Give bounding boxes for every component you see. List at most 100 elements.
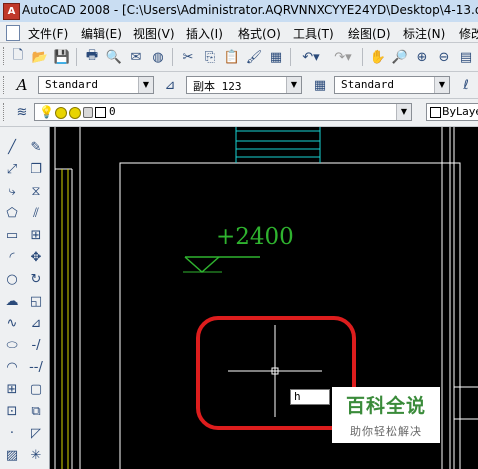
zoom-realtime-icon[interactable]: 🔎 — [390, 47, 410, 67]
toolbar-separator — [76, 48, 77, 66]
dimension-style-value: 副本 123 — [193, 80, 242, 93]
zoom-window-icon[interactable]: ⊕ — [412, 47, 432, 67]
standard-toolbar: 🗋 📂 💾 🖶 🔍 ✉ ◍ ✂ ⎘ 📋 🖌 ▦ ↶▾ ↷▾ ✋ 🔎 ⊕ ⊖ ▤ — [0, 43, 478, 72]
menu-tools[interactable]: 工具(T) — [293, 25, 334, 42]
move-icon[interactable]: ✥ — [26, 247, 46, 267]
redo-icon[interactable]: ↷▾ — [328, 47, 358, 67]
rotate-icon[interactable]: ↻ — [26, 269, 46, 289]
menu-draw[interactable]: 绘图(D) — [348, 25, 391, 42]
watermark-logo: 百科全说 助你轻松解决 — [332, 387, 440, 443]
table-style-icon[interactable]: ▦ — [310, 75, 330, 95]
chevron-down-icon[interactable]: ▼ — [138, 77, 153, 93]
dynamic-input-field[interactable]: h — [290, 389, 330, 405]
layers-toolbar: ≋ 💡 0 ▼ ByLaye — [0, 99, 478, 127]
new-file-icon[interactable]: 🗋 — [8, 47, 28, 67]
cut-icon[interactable]: ✂ — [178, 47, 198, 67]
circle-icon[interactable]: ○ — [2, 269, 22, 289]
save-icon[interactable]: 💾 — [52, 47, 72, 67]
zoom-previous-icon[interactable]: ⊖ — [434, 47, 454, 67]
chamfer-icon[interactable]: ◸ — [26, 423, 46, 443]
break-icon[interactable]: ▢ — [26, 379, 46, 399]
document-icon[interactable] — [6, 25, 20, 41]
paste-icon[interactable]: 📋 — [222, 47, 242, 67]
menu-modify[interactable]: 修改 — [459, 25, 478, 42]
modify-toolbar: ✎ ❐ ⧖ ⫽ ⊞ ✥ ↻ ◱ ⊿ -/ --/ ▢ ⧉ ◸ ✳ — [24, 127, 50, 469]
pan-icon[interactable]: ✋ — [368, 47, 388, 67]
copy-object-icon[interactable]: ❐ — [26, 159, 46, 179]
scale-icon[interactable]: ◱ — [26, 291, 46, 311]
copy-icon[interactable]: ⎘ — [200, 47, 220, 67]
linetype-value: ByLaye — [442, 105, 478, 118]
elevation-label: +2400 — [216, 224, 294, 250]
mirror-icon[interactable]: ⧖ — [26, 181, 46, 201]
join-icon[interactable]: ⧉ — [26, 401, 46, 421]
table-style-dropdown[interactable]: Standard ▼ — [334, 76, 450, 94]
toolbar-grip[interactable] — [3, 103, 7, 121]
chevron-down-icon[interactable]: ▼ — [286, 77, 301, 93]
draw-toolbar: ╱ ⤢ ⤷ ⬠ ▭ ◜ ○ ☁ ∿ ⬭ ◠ ⊞ ⊡ · ▨ — [0, 127, 25, 469]
stretch-icon[interactable]: ⊿ — [26, 313, 46, 333]
properties-icon[interactable]: ▤ — [456, 47, 476, 67]
menu-format[interactable]: 格式(O) — [238, 25, 281, 42]
array-icon[interactable]: ⊞ — [26, 225, 46, 245]
publish-icon[interactable]: ✉ — [126, 47, 146, 67]
text-style-dropdown[interactable]: Standard ▼ — [38, 76, 154, 94]
menu-insert[interactable]: 插入(I) — [186, 25, 223, 42]
watermark-subtitle: 助你轻松解决 — [350, 425, 422, 438]
text-style-icon[interactable]: A — [12, 75, 32, 95]
make-block-icon[interactable]: ⊡ — [2, 401, 22, 421]
open-file-icon[interactable]: 📂 — [30, 47, 50, 67]
light-bulb-icon[interactable]: 💡 — [39, 105, 54, 119]
ellipse-icon[interactable]: ⬭ — [2, 335, 22, 355]
offset-icon[interactable]: ⫽ — [26, 203, 46, 223]
undo-icon[interactable]: ↶▾ — [296, 47, 326, 67]
menu-view[interactable]: 视图(V) — [133, 25, 175, 42]
revision-cloud-icon[interactable]: ☁ — [2, 291, 22, 311]
explode-icon[interactable]: ✳ — [26, 445, 46, 465]
construction-line-icon[interactable]: ⤢ — [2, 159, 22, 179]
extend-icon[interactable]: --/ — [26, 357, 46, 377]
autocad-icon[interactable]: A — [3, 3, 20, 20]
watermark-title: 百科全说 — [345, 395, 426, 417]
print-icon[interactable]: 🖶 — [82, 47, 102, 67]
block-editor-icon[interactable]: ▦ — [266, 47, 286, 67]
lock-icon[interactable] — [83, 107, 93, 118]
multileader-style-icon[interactable]: ℓ — [456, 75, 476, 95]
point-icon[interactable]: · — [2, 423, 22, 443]
rectangle-icon[interactable]: ▭ — [2, 225, 22, 245]
erase-icon[interactable]: ✎ — [26, 137, 46, 157]
hatch-icon[interactable]: ▨ — [2, 445, 22, 465]
color-control-dropdown[interactable]: ByLaye — [426, 103, 478, 121]
3d-dwf-icon[interactable]: ◍ — [148, 47, 168, 67]
window-title: AutoCAD 2008 - [C:\Users\Administrator.A… — [22, 3, 478, 17]
table-style-value: Standard — [341, 78, 394, 91]
trim-icon[interactable]: -/ — [26, 335, 46, 355]
chevron-down-icon[interactable]: ▼ — [434, 77, 449, 93]
plot-preview-icon[interactable]: 🔍 — [104, 47, 124, 67]
viewport-freeze-icon[interactable] — [69, 107, 81, 119]
layer-properties-icon[interactable]: ≋ — [12, 102, 32, 122]
text-style-value: Standard — [45, 78, 98, 91]
polygon-icon[interactable]: ⬠ — [2, 203, 22, 223]
line-icon[interactable]: ╱ — [2, 137, 22, 157]
toolbar-separator — [362, 48, 363, 66]
toolbar-grip[interactable] — [3, 76, 7, 94]
spline-icon[interactable]: ∿ — [2, 313, 22, 333]
color-swatch — [430, 107, 441, 118]
chevron-down-icon[interactable]: ▼ — [396, 104, 411, 120]
menu-dimension[interactable]: 标注(N) — [403, 25, 445, 42]
dimension-style-icon[interactable]: ⊿ — [160, 75, 180, 95]
styles-toolbar: A Standard ▼ ⊿ 副本 123 ▼ ▦ Standard ▼ ℓ — [0, 72, 478, 99]
layer-dropdown[interactable]: 💡 0 ▼ — [34, 103, 412, 121]
menu-edit[interactable]: 编辑(E) — [81, 25, 122, 42]
polyline-icon[interactable]: ⤷ — [2, 181, 22, 201]
arc-icon[interactable]: ◜ — [2, 247, 22, 267]
match-properties-icon[interactable]: 🖌 — [244, 47, 264, 67]
dimension-style-dropdown[interactable]: 副本 123 ▼ — [186, 76, 302, 94]
insert-block-icon[interactable]: ⊞ — [2, 379, 22, 399]
toolbar-grip[interactable] — [3, 47, 7, 65]
sun-icon[interactable] — [55, 107, 67, 119]
ellipse-arc-icon[interactable]: ◠ — [2, 357, 22, 377]
menu-file[interactable]: 文件(F) — [28, 25, 68, 42]
current-layer-name: 0 — [109, 105, 116, 118]
